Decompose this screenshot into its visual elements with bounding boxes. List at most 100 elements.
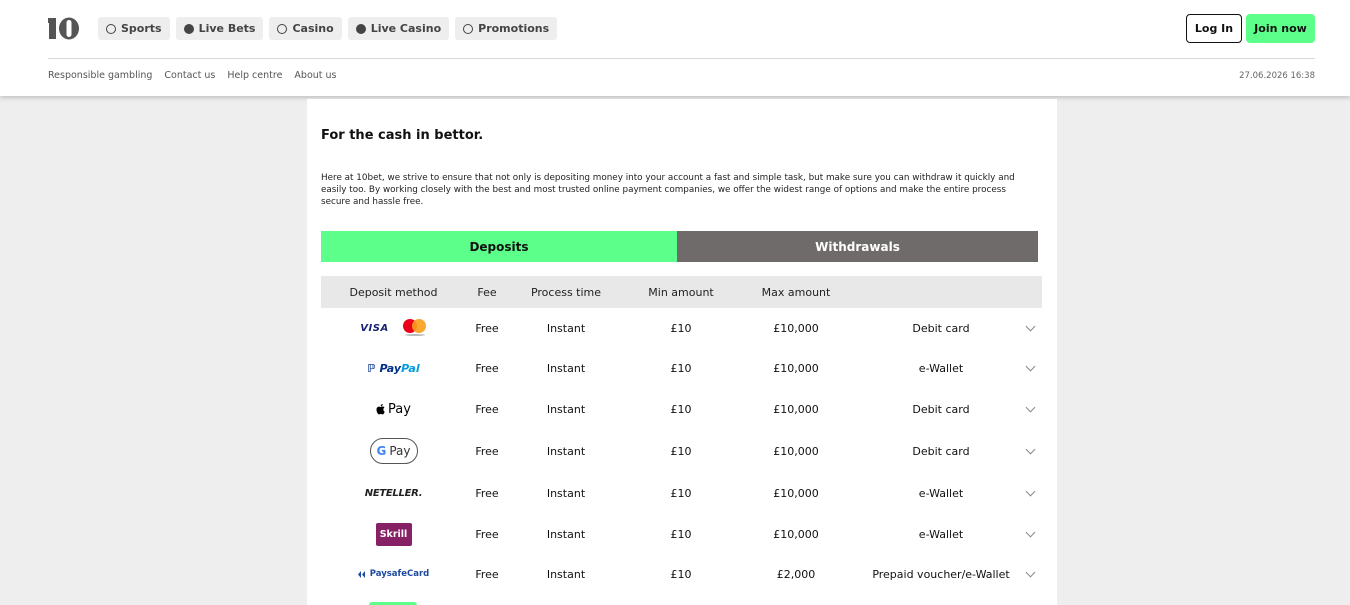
chevron-down-icon (1025, 527, 1035, 537)
min-amount-value: £10 (670, 321, 692, 335)
process-time-value: Instant (546, 321, 586, 335)
process-time-value: Instant (546, 486, 586, 500)
link-help-centre[interactable]: Help centre (227, 70, 282, 81)
chevron-down-icon (1025, 361, 1035, 371)
max-amount-value: £10,000 (773, 402, 819, 416)
tab-withdrawals[interactable]: Withdrawals (677, 231, 1038, 262)
expand-row-button[interactable] (1021, 308, 1039, 348)
col-fee: Fee (477, 285, 497, 299)
table-row[interactable]: NETELLER. Free Instant £10 £10,000 e-Wal… (321, 473, 1042, 513)
min-amount-value: £10 (670, 361, 692, 375)
max-amount-value: £10,000 (773, 321, 819, 335)
payment-tabs: Deposits Withdrawals (321, 231, 1038, 262)
method-type-value: e-Wallet (918, 527, 964, 541)
process-time-value: Instant (546, 567, 586, 581)
col-process-time: Process time (530, 285, 602, 299)
fee-value: Free (475, 567, 499, 581)
method-logo: NETELLER. (321, 473, 466, 513)
table-row[interactable]: ℙ PayPal Free Instant £10 £10,000 e-Wall… (321, 348, 1042, 388)
table-row[interactable]: PaysafeCard Free Instant £10 £2,000 Prep… (321, 554, 1042, 594)
secondary-links: Responsible gambling Contact us Help cen… (48, 70, 337, 81)
fee-value: Free (475, 444, 499, 458)
expand-row-button[interactable] (1021, 431, 1039, 471)
live-icon (183, 23, 194, 34)
top-header: Sports Live Bets Casino Live Casino Prom… (0, 0, 1350, 96)
soccer-ball-icon (106, 23, 116, 34)
expand-row-button[interactable] (1021, 348, 1039, 388)
fee-value: Free (475, 402, 499, 416)
fee-value: Free (475, 486, 499, 500)
roulette-icon (355, 23, 366, 34)
table-row[interactable]: Pay Free Instant £10 £10,000 Debit card (321, 389, 1042, 429)
process-time-value: Instant (546, 402, 586, 416)
max-amount-value: £10,000 (773, 527, 819, 541)
nav-label: Live Bets (198, 22, 256, 35)
method-type-value: Debit card (912, 321, 970, 335)
table-row[interactable]: VISA Free Instant £10 £10,000 Debit card (321, 308, 1042, 348)
expand-row-button[interactable] (1021, 473, 1039, 513)
current-datetime: 27.06.2026 16:38 (1239, 71, 1315, 81)
chevron-down-icon (1025, 321, 1035, 331)
method-type-value: Debit card (912, 444, 970, 458)
mastercard-logo (402, 319, 427, 337)
nav-live-casino[interactable]: Live Casino (347, 17, 450, 40)
chevron-down-icon (1025, 444, 1035, 454)
table-row[interactable]: Skrill Free Instant £10 £10,000 e-Wallet (321, 514, 1042, 554)
max-amount-value: £10,000 (773, 361, 819, 375)
join-now-button[interactable]: Join now (1246, 14, 1315, 43)
method-type-value: Debit card (912, 402, 970, 416)
nav-label: Sports (121, 22, 162, 35)
min-amount-value: £10 (670, 567, 692, 581)
chevron-down-icon (1025, 402, 1035, 412)
paysafecard-logo: PaysafeCard (357, 569, 429, 579)
brand-logo[interactable] (48, 16, 81, 41)
casino-chip-icon (277, 23, 288, 34)
method-logo: VISA (321, 308, 466, 348)
nav-live-bets[interactable]: Live Bets (175, 17, 264, 40)
nav-sports[interactable]: Sports (98, 17, 170, 40)
fee-value: Free (475, 321, 499, 335)
min-amount-value: £10 (670, 444, 692, 458)
page-title: For the cash in bettor. (321, 128, 484, 143)
nav-casino[interactable]: Casino (269, 17, 342, 40)
link-about-us[interactable]: About us (294, 70, 336, 81)
method-logo: ℙ PayPal (321, 348, 466, 388)
col-min-amount: Min amount (648, 285, 714, 299)
process-time-value: Instant (546, 444, 586, 458)
nav-promotions[interactable]: Promotions (455, 17, 558, 40)
payments-card: For the cash in bettor. Here at 10bet, w… (307, 99, 1057, 605)
expand-row-button[interactable] (1021, 514, 1039, 554)
method-logo: G Pay (321, 431, 466, 471)
paypal-logo: ℙ PayPal (367, 361, 420, 375)
tab-deposits[interactable]: Deposits (321, 231, 677, 262)
intro-text: Here at 10bet, we strive to ensure that … (321, 173, 1015, 207)
expand-row-button[interactable] (1021, 554, 1039, 594)
method-type-value: Prepaid voucher/e-Wallet (872, 567, 1010, 581)
skrill-logo: Skrill (375, 522, 412, 546)
paysafe-icon (357, 570, 365, 578)
min-amount-value: £10 (670, 527, 692, 541)
header-divider (48, 58, 1315, 59)
col-deposit-method: Deposit method (349, 285, 438, 299)
login-button[interactable]: Log In (1186, 14, 1242, 43)
neteller-logo: NETELLER. (364, 487, 423, 499)
method-logo: PaysafeCard (321, 554, 466, 594)
visa-logo: VISA (360, 322, 389, 334)
table-header: Deposit method Fee Process time Min amou… (321, 276, 1042, 308)
apple-pay-logo: Pay (376, 402, 411, 417)
link-responsible-gambling[interactable]: Responsible gambling (48, 70, 152, 81)
nav-label: Promotions (478, 22, 550, 35)
expand-row-button[interactable] (1021, 389, 1039, 429)
min-amount-value: £10 (670, 486, 692, 500)
method-logo: Pay (321, 389, 466, 429)
chevron-down-icon (1025, 486, 1035, 496)
process-time-value: Instant (546, 527, 586, 541)
link-contact-us[interactable]: Contact us (164, 70, 215, 81)
nav-label: Casino (292, 22, 334, 35)
fee-value: Free (475, 527, 499, 541)
chevron-down-icon (1025, 567, 1035, 577)
table-row[interactable]: G Pay Free Instant £10 £10,000 Debit card (321, 431, 1042, 471)
fee-value: Free (475, 361, 499, 375)
google-pay-logo: G Pay (369, 438, 418, 464)
process-time-value: Instant (546, 361, 586, 375)
